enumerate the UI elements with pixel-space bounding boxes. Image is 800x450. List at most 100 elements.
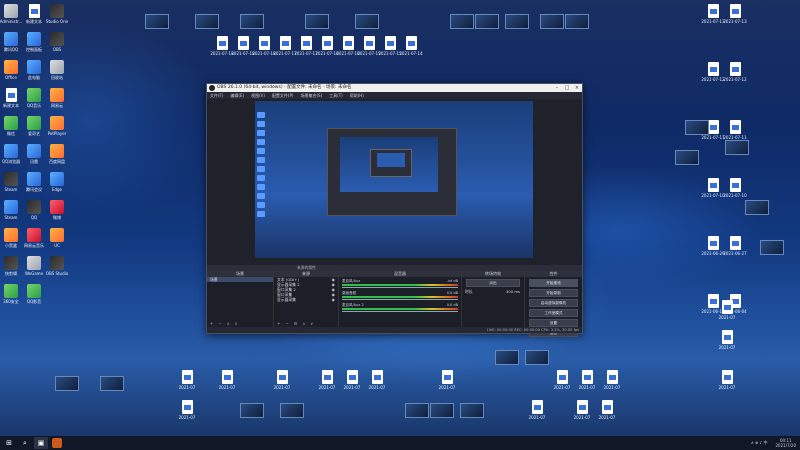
desktop-thumbnail-icon[interactable] <box>740 200 774 215</box>
desktop-thumbnail-icon[interactable] <box>490 350 524 365</box>
desktop-thumbnail-icon[interactable] <box>470 14 504 29</box>
desktop-thumbnail-icon[interactable] <box>235 14 269 29</box>
desktop-file-icon[interactable]: 2021-07 <box>710 300 744 320</box>
desktop-thumbnail-icon[interactable] <box>755 240 789 255</box>
desktop-file-icon[interactable]: 2021-07-13 <box>718 4 752 24</box>
source-item[interactable]: ◉ 显示器采集 <box>274 297 338 302</box>
remove-source-button[interactable]: − <box>285 321 288 326</box>
move-up-icon[interactable]: ∧ <box>227 321 230 326</box>
desktop-file-icon[interactable]: 2021-07 <box>170 400 204 420</box>
desktop-thumbnail-icon[interactable] <box>190 14 224 29</box>
source-settings-icon[interactable]: ⚙ <box>294 321 298 326</box>
maximize-icon[interactable]: □ <box>562 84 572 92</box>
desktop-thumbnail-icon[interactable] <box>95 376 129 391</box>
document-icon <box>729 62 741 76</box>
desktop-icon[interactable]: 百度网盘 <box>40 144 74 164</box>
control-button[interactable]: 设置 <box>529 319 578 327</box>
desktop-file-icon[interactable]: 2021-07 <box>360 370 394 390</box>
control-button[interactable]: 开始录制 <box>529 289 578 297</box>
move-down-icon[interactable]: ∨ <box>235 321 238 326</box>
transition-select[interactable]: 淡出 <box>466 279 520 287</box>
desktop-thumbnail-icon[interactable] <box>680 120 714 135</box>
desktop-file-icon[interactable]: 2021-07-11 <box>718 120 752 140</box>
desktop-icon[interactable]: OBS <box>40 32 74 52</box>
desktop-file-icon[interactable]: 2021-07-12 <box>718 62 752 82</box>
desktop-file-icon[interactable]: 2021-07 <box>170 370 204 390</box>
desktop-file-icon[interactable]: 2021-07 <box>590 400 624 420</box>
desktop-thumbnail-icon[interactable] <box>300 14 334 29</box>
control-button[interactable]: 开始推流 <box>529 279 578 287</box>
desktop-thumbnail-icon[interactable] <box>275 403 309 418</box>
desktop-file-icon[interactable]: 2021-07 <box>520 400 554 420</box>
desktop-thumbnail-icon[interactable] <box>235 403 269 418</box>
desktop-icon[interactable]: PotPlayer <box>40 116 74 136</box>
desktop-file-icon[interactable]: 2021-07 <box>710 330 744 350</box>
desktop-thumbnail-icon[interactable] <box>500 14 534 29</box>
desktop-thumbnail-icon[interactable] <box>520 350 554 365</box>
desktop-thumbnail-icon[interactable] <box>720 140 754 155</box>
desktop-file-icon[interactable]: 2021-06-27 <box>718 236 752 256</box>
image-thumbnail-icon <box>145 14 169 29</box>
menu-item[interactable]: 文件(F) <box>210 93 223 98</box>
desktop-file-icon[interactable]: 2021-07 <box>595 370 629 390</box>
task-view-icon[interactable]: ▣ <box>34 437 48 449</box>
move-up-icon[interactable]: ∧ <box>302 321 305 326</box>
desktop-thumbnail-icon[interactable] <box>50 376 84 391</box>
desktop-file-icon[interactable]: 2021-07 <box>430 370 464 390</box>
desktop-thumbnail-icon[interactable] <box>560 14 594 29</box>
menu-item[interactable]: 编辑(E) <box>230 93 244 98</box>
preview-canvas[interactable] <box>255 101 533 258</box>
desktop-icon[interactable]: UC <box>40 228 74 248</box>
menu-item[interactable]: 场景集合(S) <box>300 93 322 98</box>
desktop-file-icon[interactable]: 2021-07 <box>265 370 299 390</box>
add-source-button[interactable]: + <box>277 321 280 326</box>
clock[interactable]: 00:11 2021/7/20 <box>771 438 796 448</box>
volume-slider[interactable] <box>342 311 458 312</box>
desktop-icon[interactable]: 微博 <box>40 200 74 220</box>
desktop-file-icon[interactable]: 2021-07-14 <box>394 36 428 56</box>
mixer-panel: 混音器 麦克风/Aux -inf dB 桌面音频 0.0 dB 麦克风/Aux 2 0.0… <box>339 271 462 327</box>
duration-input[interactable]: 300 ms <box>506 289 520 294</box>
desktop-thumbnail-icon[interactable] <box>670 150 704 165</box>
minimize-icon[interactable]: – <box>552 84 562 92</box>
search-icon[interactable]: ⌕ <box>18 437 32 449</box>
tray-icons[interactable]: ∧ ⊕ ♪ 中 <box>751 440 768 446</box>
desktop-file-icon[interactable]: 2021-07-10 <box>718 178 752 198</box>
desktop-thumbnail-icon[interactable] <box>140 14 174 29</box>
menu-item[interactable]: 视图(V) <box>251 93 265 98</box>
desktop-thumbnail-icon[interactable] <box>350 14 384 29</box>
obs-preview[interactable] <box>207 99 582 265</box>
start-button[interactable]: ⊞ <box>2 437 16 449</box>
app-icon <box>4 228 18 242</box>
volume-slider[interactable] <box>342 299 458 300</box>
taskbar-obs-icon[interactable] <box>52 438 62 448</box>
desktop-icon-label: Studio One <box>45 19 69 24</box>
desktop-thumbnail-icon[interactable] <box>455 403 489 418</box>
desktop-file-icon[interactable]: 2021-07 <box>710 370 744 390</box>
desktop-icon[interactable]: QQ影音 <box>17 284 51 304</box>
obs-window[interactable]: OBS 26.1.0 (64-bit, windows) - 配置文件: 未命名… <box>206 83 583 337</box>
control-button[interactable]: 启动虚拟摄像机 <box>529 299 578 307</box>
menu-item[interactable]: 配置文件(P) <box>272 93 294 98</box>
scene-item[interactable]: 场景 <box>207 277 273 282</box>
add-scene-button[interactable]: + <box>210 321 213 326</box>
desktop-icon[interactable]: Studio One <box>40 4 74 24</box>
obs-titlebar[interactable]: OBS 26.1.0 (64-bit, windows) - 配置文件: 未命名… <box>207 84 582 92</box>
volume-slider[interactable] <box>342 287 458 288</box>
eye-icon[interactable]: ◉ <box>332 297 335 302</box>
desktop-thumbnail-icon[interactable] <box>425 403 459 418</box>
move-down-icon[interactable]: ∨ <box>310 321 313 326</box>
desktop-file-icon[interactable]: 2021-07 <box>210 370 244 390</box>
document-icon <box>321 370 333 384</box>
desktop-icon[interactable]: Edge <box>40 172 74 192</box>
document-icon <box>441 370 453 384</box>
desktop-icon[interactable]: OBS Studio <box>40 256 74 276</box>
menu-item[interactable]: 帮助(H) <box>350 93 364 98</box>
close-icon[interactable]: × <box>572 84 582 92</box>
desktop-icon[interactable]: 回收站 <box>40 60 74 80</box>
remove-scene-button[interactable]: − <box>218 321 221 326</box>
control-button[interactable]: 工作室模式 <box>529 309 578 317</box>
menu-item[interactable]: 工具(T) <box>329 93 343 98</box>
image-thumbnail-icon <box>430 403 454 418</box>
desktop-icon[interactable]: 网易云 <box>40 88 74 108</box>
